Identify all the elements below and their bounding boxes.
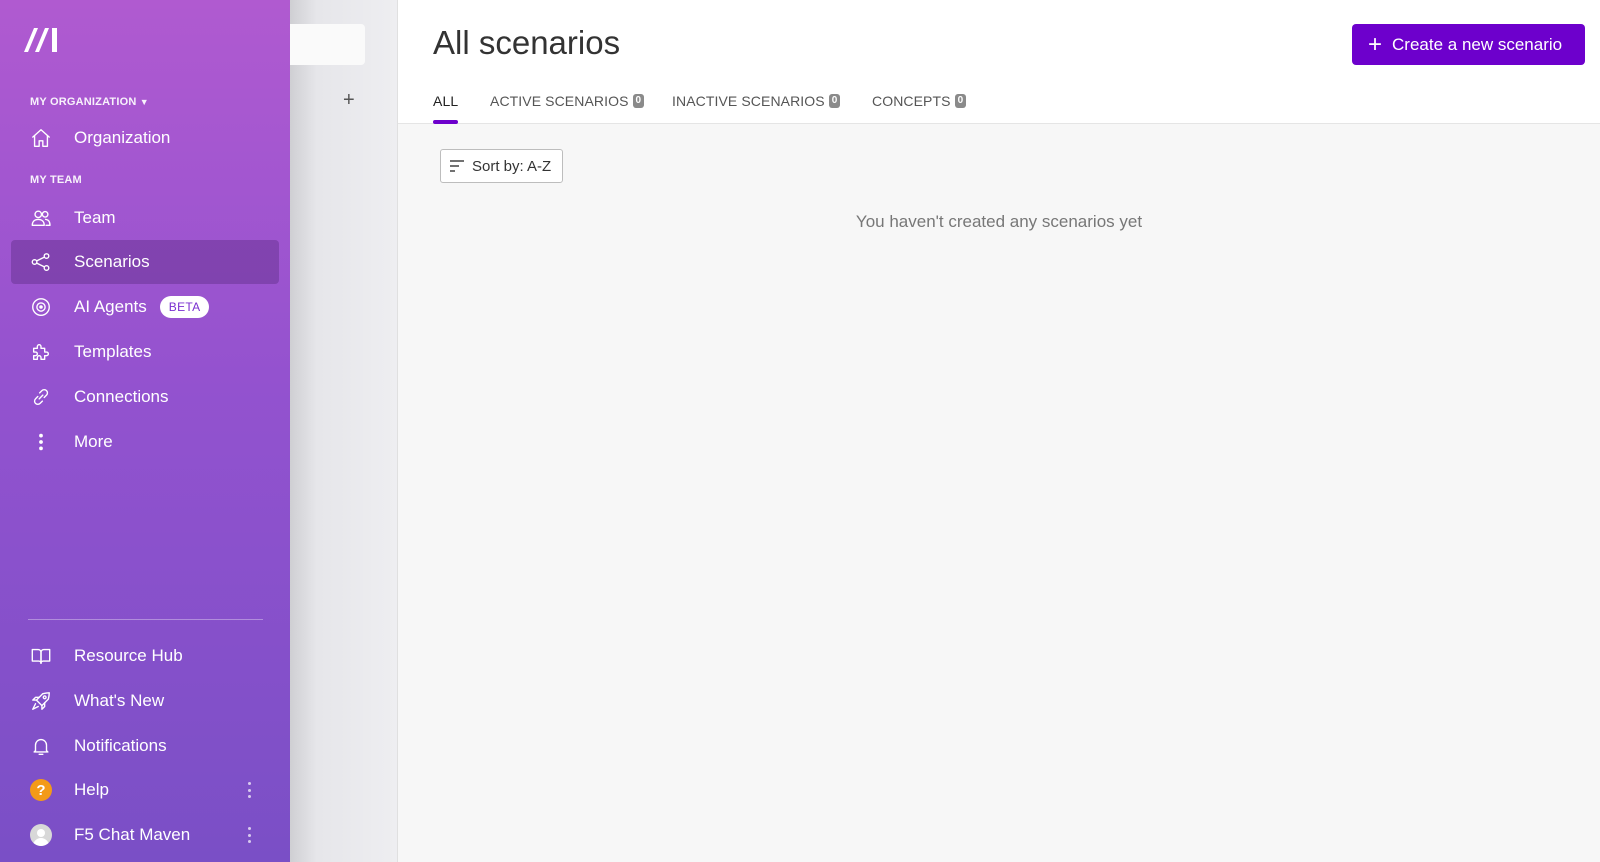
logo-icon[interactable]	[22, 24, 62, 54]
tab-label: ALL	[433, 93, 459, 109]
sidebar-item-label: Scenarios	[74, 252, 150, 271]
sidebar-item-label: Team	[74, 208, 116, 227]
ai-agent-icon	[29, 295, 53, 319]
active-tab-indicator	[433, 120, 458, 124]
sidebar-item-label: Templates	[74, 342, 152, 361]
sidebar-item-label: What's New	[74, 691, 165, 710]
sidebar-item-ai-agents[interactable]: AI Agents BETA	[11, 285, 279, 329]
home-icon	[29, 126, 53, 150]
tab-label: ACTIVE SCENARIOS	[490, 93, 629, 109]
sidebar-item-label: Connections	[74, 387, 169, 406]
empty-state-message: You haven't created any scenarios yet	[855, 212, 1143, 231]
users-icon	[29, 206, 53, 230]
sidebar-divider	[28, 619, 263, 620]
sidebar-item-label: Notifications	[74, 736, 167, 755]
sort-button[interactable]: Sort by: A-Z	[440, 149, 563, 183]
org-label: MY ORGANIZATION	[30, 96, 137, 108]
beta-badge: BETA	[159, 296, 210, 318]
tab-concepts[interactable]: CONCEPTS 0	[872, 93, 967, 109]
org-switcher[interactable]: MY ORGANIZATION ▼	[30, 96, 149, 108]
sort-label: Sort by: A-Z	[472, 157, 552, 175]
caret-down-icon: ▼	[139, 97, 149, 107]
main-content: All scenarios + Create a new scenario AL…	[398, 0, 1600, 862]
sidebar-item-organization[interactable]: Organization	[11, 116, 279, 160]
plus-icon: +	[1368, 30, 1383, 58]
tab-all[interactable]: ALL	[433, 93, 458, 109]
sidebar-item-label: Resource Hub	[74, 646, 183, 665]
link-icon	[29, 385, 53, 409]
rocket-icon	[29, 689, 53, 713]
sidebar-item-team[interactable]: Team	[11, 196, 279, 240]
team-search-input[interactable]	[290, 24, 365, 65]
tab-label: CONCEPTS	[872, 93, 951, 109]
sort-icon	[450, 160, 464, 172]
sidebar-item-connections[interactable]: Connections	[11, 375, 279, 419]
tab-active-scenarios[interactable]: ACTIVE SCENARIOS 0	[490, 93, 645, 109]
user-menu-icon[interactable]	[247, 827, 251, 843]
share-icon	[29, 250, 53, 274]
more-vertical-icon	[29, 430, 53, 454]
sidebar-item-user[interactable]: F5 Chat Maven	[11, 813, 279, 857]
help-icon: ?	[29, 778, 53, 802]
puzzle-icon	[29, 340, 53, 364]
sidebar: MY ORGANIZATION ▼ Organization MY TEAM T…	[0, 0, 290, 862]
bell-icon	[29, 734, 53, 758]
help-menu-icon[interactable]	[247, 782, 251, 798]
sidebar-item-resource-hub[interactable]: Resource Hub	[11, 634, 279, 678]
sidebar-item-notifications[interactable]: Notifications	[11, 724, 279, 768]
user-name: F5 Chat Maven	[74, 825, 191, 844]
tab-count-badge: 0	[954, 94, 967, 108]
sidebar-item-label: More	[74, 432, 113, 451]
page-title: All scenarios	[433, 24, 621, 61]
create-scenario-button[interactable]: + Create a new scenario	[1352, 24, 1585, 65]
page-header: All scenarios + Create a new scenario AL…	[398, 0, 1600, 124]
tab-count-badge: 0	[632, 94, 645, 108]
sidebar-item-scenarios[interactable]: Scenarios	[11, 240, 279, 284]
sidebar-item-label: Help	[74, 780, 109, 799]
sidebar-item-more[interactable]: More	[11, 420, 279, 464]
team-panel: +	[290, 0, 398, 862]
add-icon[interactable]: +	[343, 89, 355, 112]
tab-inactive-scenarios[interactable]: INACTIVE SCENARIOS 0	[672, 93, 841, 109]
sidebar-item-label: AI Agents	[74, 297, 147, 316]
sidebar-item-templates[interactable]: Templates	[11, 330, 279, 374]
sidebar-item-help[interactable]: ? Help	[11, 768, 279, 812]
sidebar-item-whats-new[interactable]: What's New	[11, 679, 279, 723]
sidebar-item-label: Organization	[74, 128, 171, 147]
team-section-label: MY TEAM	[30, 174, 82, 186]
book-icon	[29, 644, 53, 668]
create-scenario-label: Create a new scenario	[1392, 34, 1563, 54]
tab-label: INACTIVE SCENARIOS	[672, 93, 825, 109]
avatar	[29, 823, 53, 847]
tab-count-badge: 0	[828, 94, 841, 108]
